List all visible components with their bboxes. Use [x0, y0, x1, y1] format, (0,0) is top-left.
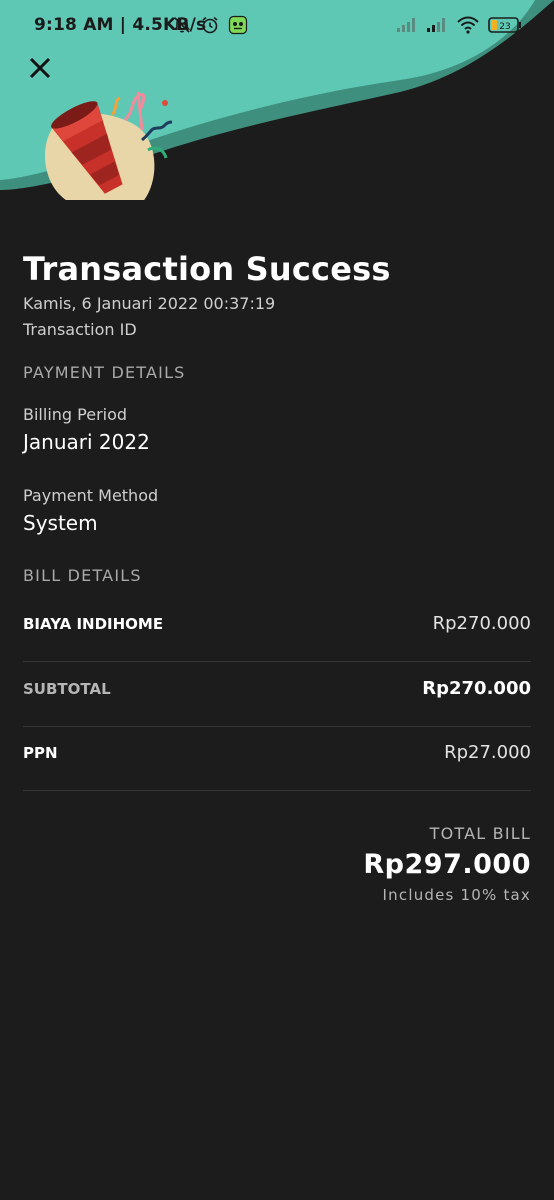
- battery-level: 23: [499, 22, 510, 32]
- billing-period-value: Januari 2022: [23, 430, 150, 454]
- bill-row-biaya-indihome: BIAYA INDIHOME Rp270.000: [23, 597, 531, 662]
- signal-icon: [427, 18, 445, 32]
- transaction-id-label: Transaction ID: [23, 320, 137, 339]
- close-icon: [29, 57, 51, 79]
- page-title: Transaction Success: [23, 250, 391, 288]
- payment-method-label: Payment Method: [23, 486, 159, 505]
- bill-row-amount: Rp270.000: [432, 613, 531, 634]
- status-bar: 9:18 AM | 4.5KB/s 23: [0, 0, 554, 50]
- total-bill-label: TOTAL BILL: [429, 824, 531, 843]
- total-bill-value: Rp297.000: [363, 849, 531, 880]
- status-icons-right: 23: [396, 14, 522, 36]
- confetti-dot: [162, 100, 168, 106]
- bill-row-label: PPN: [23, 744, 58, 762]
- bill-row-amount: Rp27.000: [444, 742, 531, 763]
- transaction-datetime: Kamis, 6 Januari 2022 00:37:19: [23, 294, 276, 313]
- wifi-icon: [457, 16, 479, 34]
- app-notification-icon: [228, 15, 248, 35]
- bill-row-label: BIAYA INDIHOME: [23, 615, 164, 633]
- bill-row-subtotal: SUBTOTAL Rp270.000: [23, 662, 531, 727]
- bill-row-amount: Rp270.000: [422, 678, 531, 699]
- bill-details-heading: BILL DETAILS: [23, 566, 142, 585]
- payment-details-heading: PAYMENT DETAILS: [23, 363, 186, 382]
- bill-row-label: SUBTOTAL: [23, 680, 111, 698]
- billing-period-label: Billing Period: [23, 405, 128, 424]
- payment-method-value: System: [23, 511, 98, 535]
- status-icons-left: [172, 14, 248, 36]
- close-button[interactable]: [26, 54, 54, 82]
- bell-off-icon: [173, 17, 191, 33]
- tax-note: Includes 10% tax: [382, 886, 531, 904]
- signal-icon: [397, 18, 415, 32]
- total-block: TOTAL BILL Rp297.000 Includes 10% tax: [363, 824, 531, 904]
- alarm-icon: [202, 16, 218, 34]
- bill-row-ppn: PPN Rp27.000: [23, 726, 531, 791]
- battery-icon: 23: [488, 17, 521, 33]
